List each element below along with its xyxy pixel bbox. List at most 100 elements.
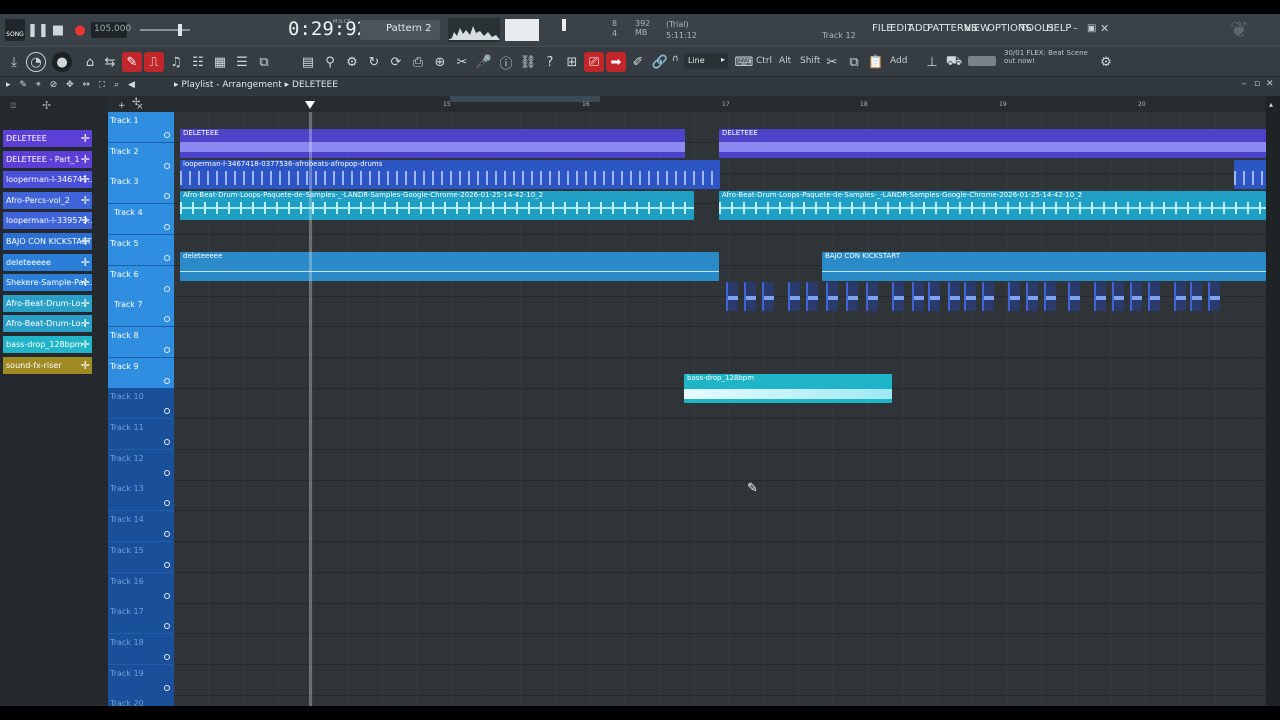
mixer-icon[interactable]: ⧉ (254, 52, 274, 72)
shaker-clip[interactable] (1208, 282, 1220, 311)
picker-item[interactable]: Shekere-Sample-Pac.. ✛ (3, 274, 92, 292)
track-mute-icon[interactable] (164, 408, 170, 415)
copy-icon[interactable]: ⧉ (844, 52, 864, 72)
magnet-icon[interactable]: ∩ (672, 54, 679, 64)
shaker-clip[interactable] (744, 282, 756, 311)
stop-icon[interactable]: ■ (48, 20, 68, 40)
track-mute-icon[interactable] (164, 500, 170, 507)
add-icon[interactable]: ✛ (81, 214, 90, 227)
shaker-clip[interactable] (1044, 282, 1056, 311)
tuner-icon[interactable]: ↻ (364, 52, 384, 72)
timeline-ruler[interactable]: 15 16 17 18 19 20 (174, 96, 1266, 112)
download-icon[interactable]: ⤓ (4, 52, 24, 72)
shaker-clip[interactable] (866, 282, 878, 311)
picker-item[interactable]: deleteeeee ✛ (3, 253, 92, 271)
shaker-clip[interactable] (846, 282, 858, 311)
close-icon[interactable]: ✕ (1100, 22, 1109, 35)
add-icon[interactable]: ✛ (81, 132, 90, 145)
shaker-clip[interactable] (912, 282, 924, 311)
record-icon[interactable]: ● (70, 20, 90, 40)
picker-item[interactable]: bass-drop_128bpm ✛ (3, 336, 92, 353)
minimize-icon[interactable]: – (1073, 23, 1078, 34)
minimize-icon[interactable]: – (1242, 79, 1247, 89)
track-mute-icon[interactable] (164, 377, 170, 384)
playlist-grid[interactable]: DELETEEE DELETEEE looperman-l-3467418-03… (174, 112, 1266, 706)
track-lane[interactable] (174, 480, 1266, 512)
vertical-scrollbar[interactable]: ▴ (1266, 96, 1280, 706)
pause-icon[interactable]: ❚❚ (27, 20, 49, 40)
save-icon[interactable]: ⎙ (408, 52, 428, 72)
track-mute-icon[interactable] (164, 684, 170, 691)
audio-clip[interactable]: looperman-l-3467418-0377536-afrobeats-af… (180, 160, 720, 189)
song-time-display[interactable]: 0:29:92 (288, 18, 368, 40)
track-mute-icon[interactable] (164, 285, 170, 292)
track-lane[interactable] (174, 450, 1266, 481)
add-icon[interactable]: ✛ (81, 297, 90, 310)
add-button[interactable]: Add (890, 56, 907, 66)
picker-item[interactable]: DELETEEE - Part_1 ✛ (3, 150, 92, 168)
track-mute-icon[interactable] (164, 592, 170, 599)
audio-clip[interactable]: BAJO CON KICKSTART (822, 252, 1266, 281)
shaker-clip[interactable] (1112, 282, 1124, 311)
song-record-icon[interactable]: ⎚ (584, 52, 604, 72)
audio-clip[interactable]: Afro-Beat-Drum-Loops-Paquete-de-Samples-… (719, 191, 1266, 220)
channel-rack-icon[interactable]: ☰ (232, 52, 252, 72)
track-lane[interactable] (174, 573, 1266, 604)
track-header[interactable]: Track 13 (108, 480, 174, 512)
link-icon[interactable]: ⛓ (518, 52, 538, 72)
track-mute-icon[interactable] (164, 224, 170, 231)
move-icon[interactable]: ✢ (42, 99, 51, 112)
add-icon[interactable]: ✛ (81, 276, 90, 289)
playhead-marker-icon[interactable] (305, 101, 315, 109)
audio-clip[interactable] (1234, 160, 1266, 189)
track-mute-icon[interactable] (164, 469, 170, 476)
countdown-icon[interactable]: ● (52, 52, 72, 72)
track-lane[interactable] (174, 695, 1266, 706)
pitch-icon[interactable]: ⊥ (922, 52, 942, 72)
shift-modifier[interactable]: Shift (800, 56, 820, 66)
pattern-icon[interactable]: ⊞ (562, 52, 582, 72)
shaker-clip[interactable] (964, 282, 976, 311)
shaker-clip[interactable] (1174, 282, 1186, 311)
playlist-icon[interactable]: ☷ (188, 52, 208, 72)
track-header[interactable]: Track 1 (108, 112, 174, 143)
shaker-clip[interactable] (1130, 282, 1142, 311)
add-icon[interactable]: ✛ (81, 153, 90, 166)
cart-icon[interactable]: ⛟ (944, 52, 964, 72)
piano-roll-icon[interactable]: ▦ (210, 52, 230, 72)
picker-item[interactable]: sound-fx-riser ✛ (3, 356, 92, 374)
browser-icon[interactable]: ▤ (298, 52, 318, 72)
help-icon[interactable]: ? (540, 52, 560, 72)
blend-notes-icon[interactable]: ♫ (166, 52, 186, 72)
pattern-selector[interactable]: Pattern 2 (360, 20, 440, 40)
chevron-up-icon[interactable]: ▴ (1269, 100, 1273, 109)
time-selection[interactable] (450, 96, 600, 102)
punch-icon[interactable]: ➡ (606, 52, 626, 72)
add-icon[interactable]: ✛ (81, 235, 90, 248)
typing-keyboard-icon[interactable]: ⌨ (734, 52, 754, 72)
track-header[interactable]: Track 19 (108, 664, 174, 696)
tempo-display[interactable]: 105.000 (91, 22, 131, 38)
playlist-breadcrumb[interactable]: ▸ Playlist - Arrangement ▸ DELETEEE (174, 80, 338, 90)
track-header[interactable]: Track 5 (108, 234, 174, 266)
track-mute-icon[interactable] (164, 193, 170, 200)
song-mode-toggle[interactable]: SONG (5, 19, 25, 41)
audio-clip[interactable]: deleteeeee (180, 252, 719, 281)
track-mute-icon[interactable] (164, 254, 170, 261)
track-header[interactable]: Track 12 (108, 449, 174, 481)
audio-clip[interactable]: DELETEEE (180, 129, 685, 158)
track-header[interactable]: Track 20 (108, 695, 174, 706)
shaker-clip[interactable] (1008, 282, 1020, 311)
track-header[interactable]: Track 14 (108, 511, 174, 543)
track-lane[interactable] (174, 419, 1266, 450)
track-header[interactable]: Track 16 (108, 572, 174, 604)
track-mute-icon[interactable] (164, 346, 170, 353)
shaker-clip[interactable] (788, 282, 800, 311)
step-edit-icon[interactable]: ⎍ (144, 52, 164, 72)
picker-item[interactable]: looperman-l-346741.. ✛ (3, 171, 92, 189)
track-header[interactable]: Track 9 (108, 357, 174, 389)
playlist-tools-icons[interactable]: ▸ ✎ ⌖ ⊘ ✥ ⇔ ⛶ ⌕ ◀ (6, 80, 138, 90)
info-icon[interactable]: ⓘ (496, 52, 516, 72)
add-icon[interactable]: ✛ (81, 359, 90, 372)
audio-clip[interactable]: Afro-Beat-Drum-Loops-Paquete-de-Samples-… (180, 191, 694, 220)
